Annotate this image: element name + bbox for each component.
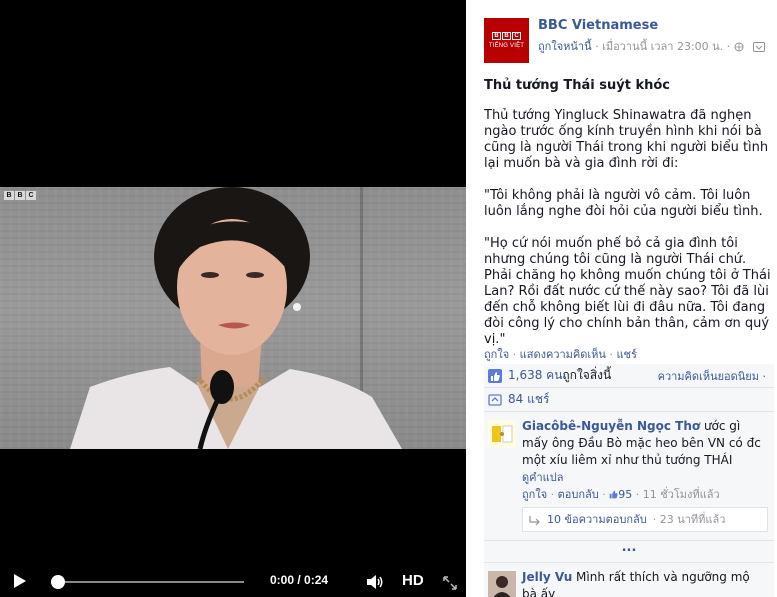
comment-like-count[interactable]: 95 <box>618 488 632 501</box>
reply-arrow-icon <box>529 515 540 525</box>
thumbs-up-icon <box>609 490 618 499</box>
bbc-watermark: B B C <box>4 191 36 200</box>
video-frame[interactable] <box>0 187 466 449</box>
volume-icon[interactable] <box>366 575 384 589</box>
post-paragraph: Thủ tướng Yingluck Shinawatra đã nghẹn n… <box>484 108 769 171</box>
time-display: 0:00 / 0:24 <box>270 573 329 587</box>
bbc-watermark-letter: B <box>15 191 25 200</box>
seek-bar[interactable] <box>54 581 244 583</box>
video-player[interactable]: B B C 0:00 / 0:24 HD <box>0 0 466 597</box>
commenter-name-link[interactable]: Giacôbê-Nguyễn Ngọc Thơ <box>522 419 700 433</box>
replies-count-label: 10 ข้อความตอบกลับ <box>547 513 647 526</box>
shares-row: 84 แชร์ <box>484 388 774 412</box>
post-body: Thủ tướng Yingluck Shinawatra đã nghẹn n… <box>484 108 772 364</box>
like-button[interactable]: ถูกใจ <box>484 348 509 361</box>
post-paragraph: "Họ cứ nói muốn phế bỏ cả gia đình tôi n… <box>484 236 771 347</box>
commenter-avatar[interactable] <box>488 420 516 448</box>
post-sidebar: B B C TIẾNG VIỆT BBC Vietnamese ถูกใจหน้… <box>466 0 777 597</box>
bbc-logo-letter: B <box>502 32 511 40</box>
globe-icon <box>734 42 744 52</box>
seek-handle[interactable] <box>51 575 65 589</box>
bbc-watermark-letter: B <box>4 191 14 200</box>
video-controls: 0:00 / 0:24 HD <box>0 567 466 597</box>
post-timestamp[interactable]: · เมื่อวานนี้ เวลา 23:00 น. · <box>595 40 730 53</box>
bbc-logo-subtitle: TIẾNG VIỆT <box>488 43 525 49</box>
comment-time[interactable]: 11 ชั่วโมงที่แล้ว <box>643 488 720 501</box>
page-name-link[interactable]: BBC Vietnamese <box>538 18 658 33</box>
action-separator: · <box>605 348 617 361</box>
share-icon <box>488 393 502 406</box>
like-page-link[interactable]: ถูกใจหน้านี้ <box>538 40 592 53</box>
likes-count-link[interactable]: 1,638 คน <box>508 366 562 385</box>
commenter-name-link[interactable]: Jelly Vu <box>522 570 572 584</box>
hd-button[interactable]: HD <box>402 572 424 589</box>
likes-row: 1,638 คน ถูกใจสิ่งนี้ ความคิดเห็นยอดนิยม… <box>484 364 774 388</box>
see-translation-link[interactable]: ดูคำแปล <box>522 471 564 484</box>
comment-item: Giacôbê-Nguyễn Ngọc Thơ ước gì mấy ông Đ… <box>484 412 774 541</box>
post-paragraph: "Tôi không phải là người vô cảm. Tôi luô… <box>484 188 763 219</box>
comment-sort-dropdown[interactable]: ความคิดเห็นยอดนิยม · <box>658 367 766 385</box>
shares-count-link[interactable]: 84 แชร์ <box>508 390 549 409</box>
bbc-watermark-letter: C <box>26 191 36 200</box>
likes-suffix: ถูกใจสิ่งนี้ <box>562 368 612 382</box>
view-replies-button[interactable]: 10 ข้อความตอบกลับ · 23 นาทีที่แล้ว <box>522 507 768 532</box>
replies-time: · 23 นาทีที่แล้ว <box>652 513 726 526</box>
post-actions: ถูกใจ · แสดงความคิดเห็น · แชร์ <box>484 345 637 363</box>
share-button[interactable]: แชร์ <box>616 348 636 361</box>
load-more-comments[interactable]: ... <box>484 541 774 563</box>
post-header: B B C TIẾNG VIỆT BBC Vietnamese ถูกใจหน้… <box>484 18 774 66</box>
action-separator: · <box>509 348 520 361</box>
play-icon[interactable] <box>14 574 26 588</box>
comment-like-button[interactable]: ถูกใจ <box>522 488 547 501</box>
bbc-logo-letter: B <box>492 32 501 40</box>
bbc-logo-blocks: B B C <box>492 32 521 40</box>
comment-item: Jelly Vu Mình rất thích và ngưỡng mộ bà … <box>484 563 774 597</box>
page-avatar[interactable]: B B C TIẾNG VIỆT <box>484 18 529 63</box>
bbc-logo-letter: C <box>512 32 521 40</box>
thumbs-up-icon <box>488 368 502 383</box>
post-meta: ถูกใจหน้านี้ · เมื่อวานนี้ เวลา 23:00 น.… <box>538 37 766 55</box>
fullscreen-icon[interactable] <box>443 576 457 590</box>
feedback-panel: 1,638 คน ถูกใจสิ่งนี้ ความคิดเห็นยอดนิยม… <box>484 364 774 597</box>
commenter-avatar[interactable] <box>488 571 516 597</box>
video-speaker-figure <box>70 187 402 449</box>
comment-reply-button[interactable]: ตอบกลับ <box>558 488 599 501</box>
comment-button[interactable]: แสดงความคิดเห็น <box>520 348 606 361</box>
comment-actions: ถูกใจ · ตอบกลับ · 95 · 11 ชั่วโมงที่แล้ว <box>522 488 720 501</box>
chevron-down-icon[interactable] <box>753 42 766 52</box>
post-title: Thủ tướng Thái suýt khóc <box>484 78 671 93</box>
